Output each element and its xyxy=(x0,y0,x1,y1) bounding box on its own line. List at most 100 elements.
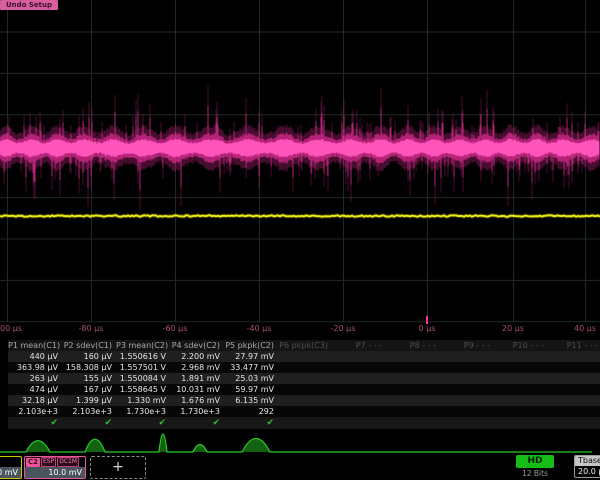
c1-trace-glow xyxy=(0,215,600,216)
measure-column[interactable]: P1 mean(C1)440 µV363.98 µV263 µV474 µV32… xyxy=(8,340,62,432)
c2-coupling-badge: DC1M xyxy=(57,457,79,467)
trigger-time-marker[interactable] xyxy=(426,316,428,324)
c2-esp-badge: ESP xyxy=(41,457,56,467)
measure-value-cell xyxy=(278,362,332,373)
measure-value-cell: 1.557501 V xyxy=(116,362,170,373)
measure-status-cell xyxy=(494,417,548,429)
measure-value-cell xyxy=(440,362,494,373)
measure-value-cell xyxy=(386,351,440,362)
measure-value-cell xyxy=(278,351,332,362)
measure-value-cell: 25.03 mV xyxy=(224,373,278,384)
measure-value-cell: 1.399 µV xyxy=(62,395,116,406)
measure-value-cell xyxy=(494,406,548,417)
measure-value-cell xyxy=(494,395,548,406)
axis-tick-label: -80 µs xyxy=(79,324,104,333)
measure-column-header: P6 pkpk(C3) xyxy=(278,340,332,351)
measure-value-cell: 2.103e+3 xyxy=(8,406,62,417)
measure-value-cell xyxy=(440,395,494,406)
axis-tick-label: 40 µs xyxy=(574,324,596,333)
measure-value-cell xyxy=(332,395,386,406)
measure-column-header: P11 - - - xyxy=(548,340,600,351)
measure-column[interactable]: P4 sdev(C2)2.200 mV2.968 mV1.891 mV10.03… xyxy=(170,340,224,432)
c2-channel-badge: C2 xyxy=(26,458,40,467)
measure-value-cell: 6.135 mV xyxy=(224,395,278,406)
measurement-table: P1 mean(C1)440 µV363.98 µV263 µV474 µV32… xyxy=(0,340,600,432)
timebase-title: Tbase xyxy=(575,456,600,466)
measure-value-cell: 1.558645 V xyxy=(116,384,170,395)
axis-tick-label: -60 µs xyxy=(163,324,188,333)
measure-value-cell: 59.97 mV xyxy=(224,384,278,395)
c1-vertical-scale: 10.0 mV xyxy=(0,467,21,478)
measure-value-cell xyxy=(548,384,600,395)
measure-value-cell: 155 µV xyxy=(62,373,116,384)
measure-column[interactable]: P6 pkpk(C3) xyxy=(278,340,332,432)
measure-value-cell xyxy=(440,351,494,362)
measure-column-header: P3 mean(C2) xyxy=(116,340,170,351)
measure-value-cell: 158.308 µV xyxy=(62,362,116,373)
channel-descriptor-c2[interactable]: C2 ESP DC1M 10.0 mV xyxy=(24,456,86,479)
measure-value-cell xyxy=(386,362,440,373)
axis-tick-label: -20 µs xyxy=(331,324,356,333)
measure-column[interactable]: P9 - - - xyxy=(440,340,494,432)
measure-column[interactable]: P11 - - - xyxy=(548,340,600,432)
measure-status-cell xyxy=(332,417,386,429)
measure-value-cell: 1.730e+3 xyxy=(170,406,224,417)
measure-value-cell: 160 µV xyxy=(62,351,116,362)
add-trace-button[interactable]: + xyxy=(90,456,146,479)
measure-value-cell xyxy=(440,384,494,395)
measure-column[interactable]: P10 - - - xyxy=(494,340,548,432)
measure-column[interactable]: P7 - - - xyxy=(332,340,386,432)
measure-value-cell xyxy=(494,373,548,384)
measure-column[interactable]: P8 - - - xyxy=(386,340,440,432)
measure-column[interactable]: P5 pkpk(C2)27.97 mV33.477 mV25.03 mV59.9… xyxy=(224,340,278,432)
axis-tick-label: 20 µs xyxy=(502,324,524,333)
hd-bits-label: 12 Bits xyxy=(512,469,558,478)
measure-value-cell xyxy=(278,395,332,406)
measure-value-cell: 1.330 mV xyxy=(116,395,170,406)
grid-lines xyxy=(0,0,600,322)
c2-vertical-scale: 10.0 mV xyxy=(25,467,85,478)
measure-column-header: P1 mean(C1) xyxy=(8,340,62,351)
measure-value-cell xyxy=(278,406,332,417)
c2-noise-trace-core xyxy=(0,139,599,158)
measure-value-cell: 1.550084 V xyxy=(116,373,170,384)
measure-value-cell xyxy=(548,351,600,362)
measure-value-cell: 32.18 µV xyxy=(8,395,62,406)
measure-value-cell: 1.730e+3 xyxy=(116,406,170,417)
timebase-value: 20.0 µs/div xyxy=(575,466,600,477)
measure-value-cell: 263 µV xyxy=(8,373,62,384)
c2-noise-trace-glow xyxy=(0,86,599,210)
measure-value-cell xyxy=(494,362,548,373)
measure-value-cell xyxy=(548,395,600,406)
measure-column-header: P9 - - - xyxy=(440,340,494,351)
measure-value-cell xyxy=(548,373,600,384)
c1-trace xyxy=(0,215,600,216)
measure-value-cell xyxy=(494,351,548,362)
measure-value-cell xyxy=(386,384,440,395)
measure-value-cell: 167 µV xyxy=(62,384,116,395)
hd-mode-badge[interactable]: HD xyxy=(516,455,554,468)
measure-value-cell: 1.676 mV xyxy=(170,395,224,406)
measure-column-header: P5 pkpk(C2) xyxy=(224,340,278,351)
measure-value-cell: 2.200 mV xyxy=(170,351,224,362)
measure-column-header: P8 - - - xyxy=(386,340,440,351)
undo-setup-button[interactable]: Undo Setup xyxy=(0,0,58,10)
measure-value-cell: 1.891 mV xyxy=(170,373,224,384)
measure-status-cell xyxy=(386,417,440,429)
measure-value-cell xyxy=(386,406,440,417)
measure-column-header: P2 sdev(C1) xyxy=(62,340,116,351)
measure-status-check-icon: ✔ xyxy=(62,417,116,429)
measure-value-cell: 27.97 mV xyxy=(224,351,278,362)
measure-value-cell: 440 µV xyxy=(8,351,62,362)
measure-status-cell xyxy=(548,417,600,429)
axis-tick-label: -40 µs xyxy=(247,324,272,333)
measure-status-check-icon: ✔ xyxy=(116,417,170,429)
measure-column[interactable]: P2 sdev(C1)160 µV158.308 µV155 µV167 µV1… xyxy=(62,340,116,432)
channel-descriptor-c1[interactable]: C1 DC1M 10.0 mV xyxy=(0,456,22,479)
histogram-trace xyxy=(0,434,592,452)
measure-column[interactable]: P3 mean(C2)1.550616 V1.557501 V1.550084 … xyxy=(116,340,170,432)
timebase-descriptor[interactable]: Tbase 20.0 µs/div xyxy=(574,455,600,478)
measure-column-header: P4 sdev(C2) xyxy=(170,340,224,351)
measure-column-header: P7 - - - xyxy=(332,340,386,351)
measure-value-cell xyxy=(386,373,440,384)
